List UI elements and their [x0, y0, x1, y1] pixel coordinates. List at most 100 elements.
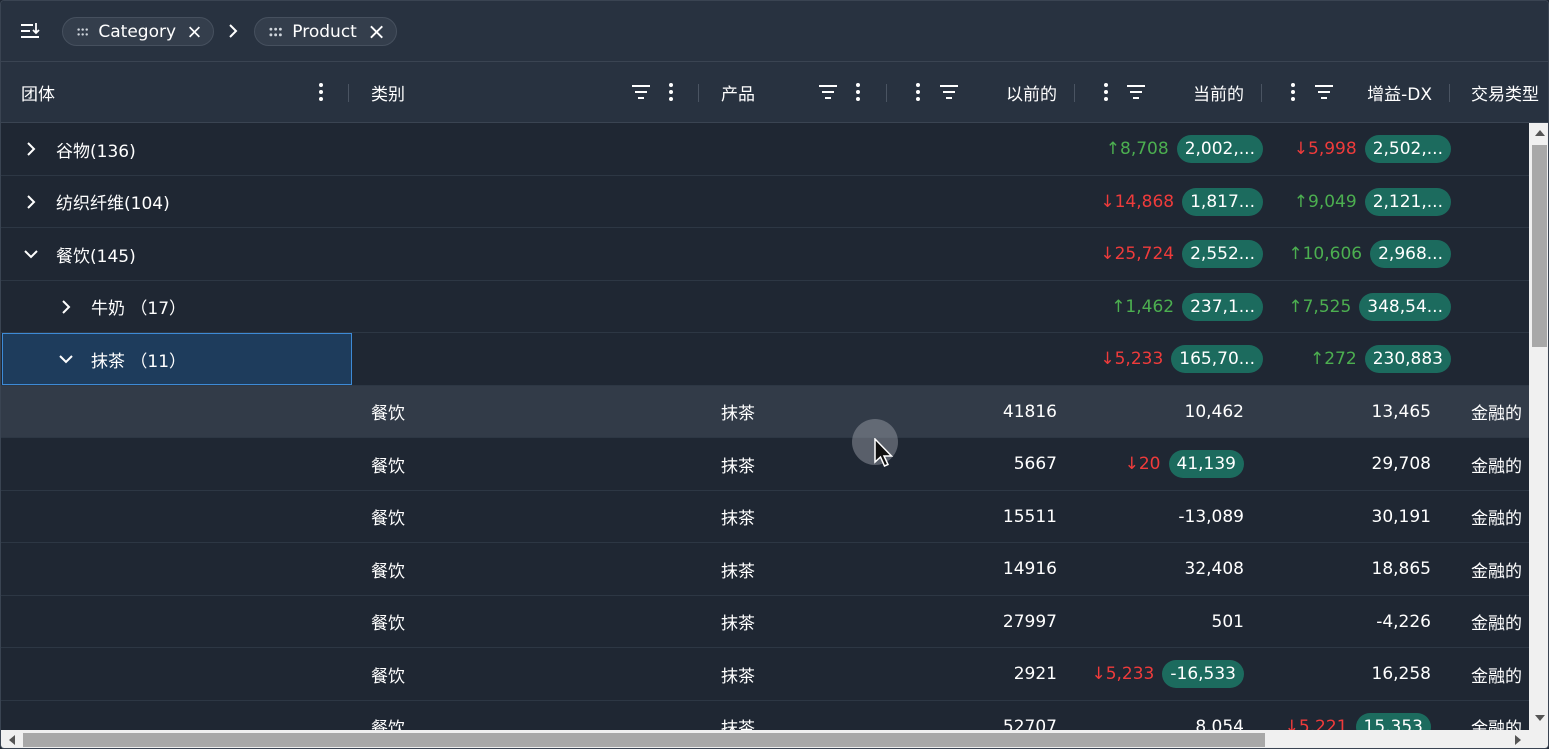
group-chip-product[interactable]: Product [254, 17, 397, 46]
product-cell[interactable]: 抹茶 [721, 701, 755, 730]
gain-aggregate-cell[interactable]: ↑10,606 2,968... [1269, 228, 1451, 280]
chevron-right-icon[interactable] [23, 141, 39, 157]
scroll-left-arrow-icon[interactable] [9, 735, 15, 745]
more-vertical-icon[interactable] [907, 81, 929, 103]
header-current[interactable]: 当前的 [1151, 62, 1244, 122]
vertical-scrollbar[interactable] [1529, 123, 1548, 730]
current-cell[interactable]: -13,089 [1081, 491, 1244, 543]
chevron-right-icon[interactable] [23, 194, 39, 210]
chevron-down-icon[interactable] [23, 246, 39, 262]
gain-aggregate-cell[interactable]: ↑7,525 348,54... [1269, 281, 1451, 333]
product-cell[interactable]: 抹茶 [721, 386, 755, 438]
category-cell[interactable]: 餐饮 [371, 491, 405, 543]
table-row[interactable]: 餐饮 抹茶 41816 10,462 13,465 金融的 [1, 385, 1529, 438]
scroll-up-arrow-icon[interactable] [1535, 130, 1545, 136]
product-cell[interactable]: 抹茶 [721, 596, 755, 648]
column-resize-handle[interactable] [698, 84, 699, 102]
header-previous[interactable]: 以前的 [961, 62, 1057, 122]
group-row[interactable]: 餐饮(145) ↓25,724 2,552... ↑10,606 2,968... [1, 228, 1529, 281]
gain-cell[interactable]: 29,708 [1269, 438, 1431, 490]
current-aggregate-cell[interactable]: ↓25,724 2,552... [1081, 228, 1263, 280]
header-deal-type[interactable]: 交易类型 [1471, 62, 1539, 122]
current-aggregate-cell[interactable]: ↑8,708 2,002,... [1081, 123, 1263, 175]
gain-cell[interactable]: 16,258 [1269, 648, 1431, 700]
gain-cell[interactable]: 30,191 [1269, 491, 1431, 543]
group-row[interactable]: 抹茶 （11） ↓5,233 165,70... ↑272 230,883 [1, 333, 1529, 386]
gain-aggregate-cell[interactable]: ↑272 230,883 [1269, 333, 1451, 385]
previous-cell[interactable]: 52707 [901, 701, 1057, 731]
header-group[interactable]: 团体 [21, 62, 55, 122]
table-row[interactable]: 餐饮 抹茶 15511 -13,089 30,191 金融的 [1, 491, 1529, 543]
filter-icon[interactable] [630, 81, 652, 103]
table-row[interactable]: 餐饮 抹茶 14916 32,408 18,865 金融的 [1, 543, 1529, 596]
previous-cell[interactable]: 14916 [901, 543, 1057, 595]
current-aggregate-cell[interactable]: ↓5,233 165,70... [1081, 333, 1263, 385]
group-row[interactable]: 牛奶 （17） ↑1,462 237,1... ↑7,525 348,54... [1, 281, 1529, 333]
filter-icon[interactable] [1313, 81, 1335, 103]
previous-cell[interactable]: 15511 [901, 491, 1057, 543]
current-cell[interactable]: 501 [1081, 596, 1244, 648]
category-cell[interactable]: 餐饮 [371, 701, 405, 730]
gain-aggregate-cell[interactable]: ↑9,049 2,121,... [1269, 176, 1451, 228]
column-resize-handle[interactable] [1261, 84, 1262, 102]
column-resize-handle[interactable] [1449, 84, 1450, 102]
table-row[interactable]: 餐饮 抹茶 52707 8,054 ↓5,221 15,353 金融的 [1, 701, 1529, 731]
drag-grip-icon[interactable] [269, 27, 282, 37]
current-cell[interactable]: 8,054 [1081, 701, 1244, 731]
horizontal-scrollbar[interactable] [1, 730, 1548, 748]
category-cell[interactable]: 餐饮 [371, 543, 405, 595]
scroll-down-arrow-icon[interactable] [1535, 715, 1545, 721]
table-row[interactable]: 餐饮 抹茶 2921 ↓5,233 -16,533 16,258 金融的 [1, 648, 1529, 701]
table-row[interactable]: 餐饮 抹茶 27997 501 -4,226 金融的 [1, 596, 1529, 648]
table-row[interactable]: 餐饮 抹茶 5667 ↓20 41,139 29,708 金融的 [1, 438, 1529, 491]
vertical-scroll-thumb[interactable] [1532, 145, 1547, 347]
header-gain-dx[interactable]: 增益-DX [1341, 62, 1432, 122]
close-icon[interactable] [369, 24, 384, 40]
deal-type-cell[interactable]: 金融的 [1471, 386, 1522, 438]
more-vertical-icon[interactable] [310, 81, 332, 103]
current-cell[interactable]: 10,462 [1081, 386, 1244, 438]
deal-type-cell[interactable]: 金融的 [1471, 596, 1522, 648]
product-cell[interactable]: 抹茶 [721, 438, 755, 490]
deal-type-cell[interactable]: 金融的 [1471, 701, 1522, 730]
product-cell[interactable]: 抹茶 [721, 543, 755, 595]
gain-cell[interactable]: 18,865 [1269, 543, 1431, 595]
chevron-down-icon[interactable] [58, 351, 74, 367]
more-vertical-icon[interactable] [1095, 81, 1117, 103]
deal-type-cell[interactable]: 金融的 [1471, 438, 1522, 490]
previous-cell[interactable]: 27997 [901, 596, 1057, 648]
category-cell[interactable]: 餐饮 [371, 648, 405, 700]
drag-grip-icon[interactable] [77, 27, 88, 37]
previous-cell[interactable]: 5667 [901, 438, 1057, 490]
current-aggregate-cell[interactable]: ↑1,462 237,1... [1081, 281, 1263, 333]
group-row[interactable]: 谷物(136) ↑8,708 2,002,... ↓5,998 2,502,... [1, 123, 1529, 176]
group-chip-category[interactable]: Category [62, 17, 214, 46]
header-category[interactable]: 类别 [371, 62, 405, 122]
filter-icon[interactable] [817, 81, 839, 103]
more-vertical-icon[interactable] [660, 81, 682, 103]
column-resize-handle[interactable] [348, 84, 349, 102]
current-cell[interactable]: 32,408 [1081, 543, 1244, 595]
current-cell[interactable]: ↓5,233 -16,533 [1081, 648, 1244, 700]
previous-cell[interactable]: 41816 [901, 386, 1057, 438]
more-vertical-icon[interactable] [847, 81, 869, 103]
category-cell[interactable]: 餐饮 [371, 386, 405, 438]
category-cell[interactable]: 餐饮 [371, 438, 405, 490]
current-aggregate-cell[interactable]: ↓14,868 1,817... [1081, 176, 1263, 228]
deal-type-cell[interactable]: 金融的 [1471, 648, 1522, 700]
gain-cell[interactable]: -4,226 [1269, 596, 1431, 648]
horizontal-scroll-thumb[interactable] [23, 733, 1265, 747]
column-resize-handle[interactable] [886, 84, 887, 102]
current-cell[interactable]: ↓20 41,139 [1081, 438, 1244, 490]
category-cell[interactable]: 餐饮 [371, 596, 405, 648]
gain-cell[interactable]: 13,465 [1269, 386, 1431, 438]
column-resize-handle[interactable] [1074, 84, 1075, 102]
more-vertical-icon[interactable] [1282, 81, 1304, 103]
product-cell[interactable]: 抹茶 [721, 491, 755, 543]
chevron-right-icon[interactable] [58, 299, 74, 315]
gain-cell[interactable]: ↓5,221 15,353 [1269, 701, 1431, 730]
previous-cell[interactable]: 2921 [901, 648, 1057, 700]
product-cell[interactable]: 抹茶 [721, 648, 755, 700]
deal-type-cell[interactable]: 金融的 [1471, 491, 1522, 543]
filter-icon[interactable] [938, 81, 960, 103]
